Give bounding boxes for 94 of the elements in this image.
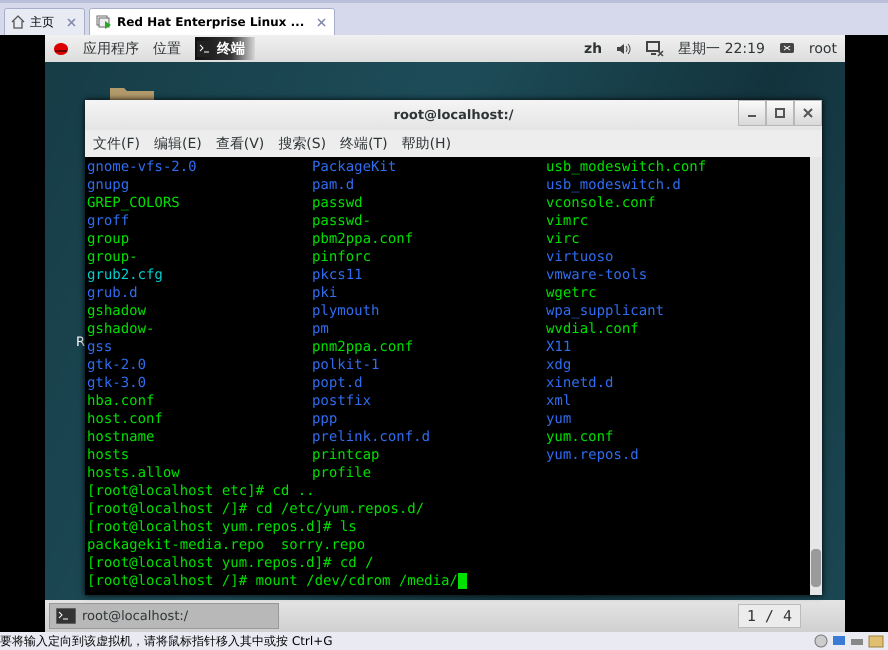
window-title: root@localhost:/: [394, 108, 514, 122]
close-icon[interactable]: [67, 18, 76, 26]
user-icon: [778, 42, 795, 56]
file-entry: gnupg: [87, 176, 130, 194]
file-entry: prelink.conf.d: [312, 428, 432, 446]
file-entry: grub2.cfg: [87, 266, 164, 284]
file-entry: pki: [312, 284, 338, 302]
file-entry: pkcs11: [312, 266, 364, 284]
terminal-line: packagekit-media.repo sorry.repo: [87, 536, 366, 554]
file-entry: passwd: [312, 194, 364, 212]
file-entry: virc: [546, 230, 581, 248]
home-icon: [11, 15, 25, 29]
file-entry: wgetrc: [546, 284, 598, 302]
menu-item[interactable]: 终端(T): [340, 134, 388, 152]
file-entry: wvdial.conf: [546, 320, 640, 338]
host-tab[interactable]: 主页: [4, 8, 85, 35]
taskbar-window-button[interactable]: root@localhost:/: [49, 603, 279, 629]
close-icon: [803, 108, 813, 118]
file-entry: yum: [546, 410, 572, 428]
file-entry: hosts.allow: [87, 464, 181, 482]
file-entry: gshadow: [87, 302, 148, 320]
file-entry: group: [87, 230, 130, 248]
terminal-line: [root@localhost etc]# cd ..: [87, 482, 315, 500]
terminal-line: [root@localhost /]# mount /dev/cdrom /media/: [87, 572, 458, 590]
maximize-icon: [775, 108, 785, 118]
file-entry: printcap: [312, 446, 380, 464]
file-entry: xdg: [546, 356, 572, 374]
applications-menu[interactable]: 应用程序: [83, 40, 139, 58]
minimize-button[interactable]: [738, 100, 766, 126]
terminal-line: [root@localhost yum.repos.d]# cd /: [87, 554, 374, 572]
menu-item[interactable]: 查看(V): [216, 134, 264, 152]
folder-icon: [868, 634, 884, 648]
file-entry: plymouth: [312, 302, 380, 320]
workspace-switcher[interactable]: 1 / 4: [738, 604, 801, 628]
file-entry: xml: [546, 392, 572, 410]
file-entry: usb_modeswitch.d: [546, 176, 682, 194]
user-menu[interactable]: root: [808, 40, 837, 56]
terminal-line: [root@localhost yum.repos.d]# ls: [87, 518, 357, 536]
menu-item[interactable]: 帮助(H): [402, 134, 452, 152]
file-entry: host.conf: [87, 410, 164, 428]
places-menu[interactable]: 位置: [153, 40, 181, 58]
file-entry: ppp: [312, 410, 338, 428]
scrollbar[interactable]: [810, 157, 822, 595]
active-app-button[interactable]: 终端: [195, 37, 255, 60]
file-entry: yum.conf: [546, 428, 614, 446]
file-entry: passwd-: [312, 212, 372, 230]
file-entry: vimrc: [546, 212, 590, 230]
host-tab[interactable]: Red Hat Enterprise Linux ...: [89, 8, 336, 35]
virtual-machine-icon: [96, 15, 112, 29]
file-entry: pinforc: [312, 248, 372, 266]
file-entry: virtuoso: [546, 248, 614, 266]
menu-item[interactable]: 文件(F): [93, 134, 140, 152]
file-entry: gtk-3.0: [87, 374, 148, 392]
file-entry: gss: [87, 338, 114, 356]
terminal-line: [root@localhost /]# cd /etc/yum.repos.d/: [87, 500, 424, 518]
file-entry: yum.repos.d: [546, 446, 640, 464]
file-entry: gnome-vfs-2.0: [87, 158, 198, 176]
file-entry: usb_modeswitch.conf: [546, 158, 708, 176]
file-entry: hosts: [87, 446, 130, 464]
file-entry: gtk-2.0: [87, 356, 148, 374]
file-entry: pam.d: [312, 176, 356, 194]
file-entry: vmware-tools: [546, 266, 648, 284]
file-entry: groff: [87, 212, 130, 230]
close-icon[interactable]: [317, 18, 326, 26]
file-entry: popt.d: [312, 374, 364, 392]
file-entry: GREP_COLORS: [87, 194, 181, 212]
file-entry: hostname: [87, 428, 156, 446]
file-entry: vconsole.conf: [546, 194, 657, 212]
status-message: 要将输入定向到该虚拟机，请将鼠标指针移入其中或按 Ctrl+G: [0, 632, 333, 650]
file-entry: postfix: [312, 392, 372, 410]
close-button[interactable]: [794, 100, 822, 126]
file-entry: PackageKit: [312, 158, 398, 176]
file-entry: wpa_supplicant: [546, 302, 666, 320]
file-entry: group-: [87, 248, 139, 266]
file-entry: pbm2ppa.conf: [312, 230, 414, 248]
file-entry: X11: [546, 338, 572, 356]
file-entry: grub.d: [87, 284, 139, 302]
volume-icon: [616, 42, 632, 56]
text-cursor: [458, 573, 467, 589]
terminal-icon: [56, 608, 76, 624]
clock[interactable]: 星期一 22:19: [678, 40, 765, 58]
file-entry: gshadow-: [87, 320, 156, 338]
file-entry: polkit-1: [312, 356, 380, 374]
file-entry: xinetd.d: [546, 374, 614, 392]
menu-item[interactable]: 搜索(S): [278, 134, 326, 152]
file-entry: pm: [312, 320, 330, 338]
maximize-button[interactable]: [766, 100, 794, 126]
menu-item[interactable]: 编辑(E): [154, 134, 202, 152]
network-icon: [646, 40, 664, 56]
file-entry: pnm2ppa.conf: [312, 338, 414, 356]
input-method-indicator[interactable]: zh: [584, 40, 602, 56]
file-entry: hba.conf: [87, 392, 156, 410]
file-entry: profile: [312, 464, 372, 482]
desktop-icon-label: R: [76, 335, 86, 350]
